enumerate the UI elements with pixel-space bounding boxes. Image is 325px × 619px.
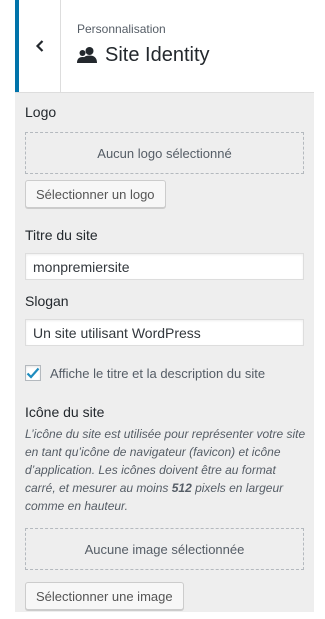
site-title-input[interactable] [25,253,304,280]
chevron-left-icon [35,40,43,52]
breadcrumb: Personnalisation [77,22,166,36]
users-icon [77,45,97,65]
display-header-text-row[interactable]: Affiche le titre et la description du si… [25,365,265,381]
logo-placeholder[interactable]: Aucun logo sélectionné [25,132,304,174]
checkmark-icon [26,367,40,379]
display-header-text-checkbox[interactable] [25,365,41,381]
site-icon-placeholder[interactable]: Aucune image sélectionnée [25,528,304,570]
title-row: Site Identity [77,43,210,67]
display-header-text-label: Affiche le titre et la description du si… [50,365,266,381]
header-text: Personnalisation Site Identity [61,0,210,92]
select-logo-button[interactable]: Sélectionner un logo [25,180,166,208]
site-title-label: Titre du site [25,227,98,243]
back-button[interactable] [15,0,61,92]
site-icon-label: Icône du site [25,404,105,420]
customizer-panel: Personnalisation Site Identity Logo Aucu… [15,0,314,612]
tagline-input[interactable] [25,319,304,346]
logo-label: Logo [25,104,57,120]
section-header: Personnalisation Site Identity [15,0,314,93]
site-icon-min-size: 512 [171,481,192,495]
page-title: Site Identity [105,44,210,66]
tagline-label: Slogan [25,293,69,309]
site-icon-description: L’icône du site est utilisée pour représ… [25,425,307,515]
select-image-button[interactable]: Sélectionner une image [25,582,184,610]
